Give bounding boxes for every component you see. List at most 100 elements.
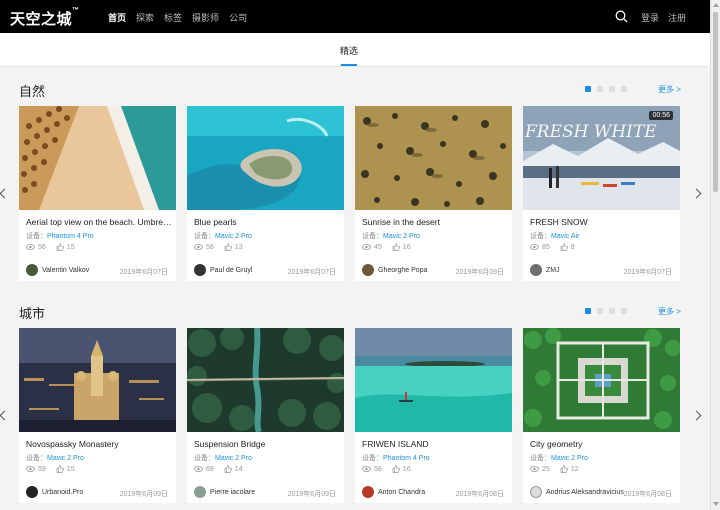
author-name[interactable]: Anton Chandra: [378, 489, 425, 496]
photo-title[interactable]: Blue pearls: [194, 217, 340, 227]
photo-thumbnail[interactable]: [19, 328, 176, 432]
thumbs-up-icon[interactable]: [392, 465, 400, 473]
author-name[interactable]: Valentin Valkov: [42, 267, 89, 274]
scroll-up-arrow-icon[interactable]: [713, 3, 719, 7]
device-name[interactable]: Mavic Air: [551, 233, 579, 240]
thumbs-up-icon[interactable]: [560, 465, 568, 473]
register-link[interactable]: 注册: [668, 11, 686, 24]
device-name[interactable]: Mavic 2 Pro: [551, 455, 588, 462]
carousel-prev-icon[interactable]: [0, 410, 10, 421]
tab-featured[interactable]: 精选: [340, 44, 358, 57]
photo-card[interactable]: Blue pearls 设备：Mavic 2 Pro 58 13 Paul de…: [187, 106, 344, 281]
photo-title[interactable]: Novospassky Monastery: [26, 439, 172, 449]
more-link-nature[interactable]: 更多 >: [658, 84, 681, 95]
photo-title[interactable]: FRIWEN ISLAND: [362, 439, 508, 449]
avatar[interactable]: [194, 264, 206, 276]
search-icon[interactable]: [615, 10, 628, 23]
more-link-city[interactable]: 更多 >: [658, 306, 681, 317]
avatar[interactable]: [194, 486, 206, 498]
nav-tags[interactable]: 标签: [164, 11, 182, 24]
photo-thumbnail[interactable]: [187, 328, 344, 432]
avatar[interactable]: [362, 264, 374, 276]
photo-thumbnail[interactable]: [19, 106, 176, 210]
photo-card[interactable]: FRESH WHITE 00:56 FRESH SNOW 设备：Mavic Ai…: [523, 106, 680, 281]
carousel-dot[interactable]: [597, 308, 603, 314]
photo-stats: 58 16: [362, 465, 421, 473]
scrollbar-thumb[interactable]: [713, 12, 718, 192]
logo[interactable]: 天空之城™: [10, 7, 80, 29]
avatar[interactable]: [26, 486, 38, 498]
device-name[interactable]: Mavic 2 Pro: [47, 455, 84, 462]
photo-thumbnail[interactable]: FRESH WHITE 00:56: [523, 106, 680, 210]
carousel-dot[interactable]: [621, 86, 627, 92]
author-name[interactable]: ZMJ: [546, 267, 560, 274]
author[interactable]: Anton Chandra: [362, 486, 425, 498]
page-scrollbar[interactable]: [710, 0, 720, 510]
photo-thumbnail[interactable]: [355, 106, 512, 210]
author[interactable]: Urbanoid.Pro: [26, 486, 83, 498]
author-name[interactable]: Urbanoid.Pro: [42, 489, 83, 496]
carousel-prev-icon[interactable]: [0, 188, 10, 199]
carousel-dot[interactable]: [609, 308, 615, 314]
photo-card[interactable]: FRIWEN ISLAND 设备：Phantom 4 Pro 58 16 Ant…: [355, 328, 512, 503]
device-name[interactable]: Phantom 4 Pro: [383, 455, 430, 462]
author-name[interactable]: Paul de Gruyl: [210, 267, 252, 274]
thumbs-up-icon[interactable]: [56, 465, 64, 473]
author[interactable]: Valentin Valkov: [26, 264, 89, 276]
photo-title[interactable]: FRESH SNOW: [530, 217, 676, 227]
photo-thumbnail[interactable]: [523, 328, 680, 432]
thumbs-up-icon[interactable]: [392, 243, 400, 251]
author[interactable]: Pierre iacolare: [194, 486, 255, 498]
carousel-dots-nature: [585, 86, 633, 92]
avatar[interactable]: [530, 486, 542, 498]
photo-thumbnail[interactable]: [355, 328, 512, 432]
nav-photographers[interactable]: 摄影师: [192, 11, 219, 24]
photo-title[interactable]: Aerial top view on the beach. Umbrellas: [26, 217, 172, 227]
carousel-dot[interactable]: [609, 86, 615, 92]
photo-card[interactable]: Suspension Bridge 设备：Mavic 2 Pro 69 14 P…: [187, 328, 344, 503]
photo-card[interactable]: Novospassky Monastery 设备：Mavic 2 Pro 59 …: [19, 328, 176, 503]
photo-thumbnail[interactable]: [187, 106, 344, 210]
author[interactable]: Gheorghe Popa: [362, 264, 427, 276]
author[interactable]: ZMJ: [530, 264, 560, 276]
photo-date: 2019年6月07日: [119, 269, 168, 276]
device-name[interactable]: Mavic 2 Pro: [215, 233, 252, 240]
device-name[interactable]: Mavic 2 Pro: [215, 455, 252, 462]
photo-card[interactable]: City geometry 设备：Mavic 2 Pro 25 12 Andri…: [523, 328, 680, 503]
login-link[interactable]: 登录: [641, 11, 659, 24]
photo-card[interactable]: Aerial top view on the beach. Umbrellas …: [19, 106, 176, 281]
thumbs-up-icon[interactable]: [224, 465, 232, 473]
avatar[interactable]: [26, 264, 38, 276]
nav-company[interactable]: 公司: [229, 11, 247, 24]
carousel-dot[interactable]: [585, 86, 591, 92]
avatar[interactable]: [362, 486, 374, 498]
photo-date: 2019年6月07日: [623, 269, 672, 276]
author-name[interactable]: Andrius Aleksandravicius: [546, 489, 624, 496]
carousel-next-icon[interactable]: [691, 410, 702, 421]
photo-title[interactable]: Suspension Bridge: [194, 439, 340, 449]
author[interactable]: Andrius Aleksandravicius: [530, 486, 624, 498]
top-navbar: 天空之城™ 首页 探索 标签 摄影师 公司 登录 注册: [0, 0, 710, 33]
scroll-down-arrow-icon[interactable]: [713, 502, 719, 506]
device-name[interactable]: Phantom 4 Pro: [47, 233, 94, 240]
thumbs-up-icon[interactable]: [56, 243, 64, 251]
carousel-dot[interactable]: [597, 86, 603, 92]
thumbs-up-icon[interactable]: [224, 243, 232, 251]
author-name[interactable]: Pierre iacolare: [210, 489, 255, 496]
photo-card[interactable]: Sunrise in the desert 设备：Mavic 2 Pro 45 …: [355, 106, 512, 281]
photo-title[interactable]: Sunrise in the desert: [362, 217, 508, 227]
photo-title[interactable]: City geometry: [530, 439, 676, 449]
eye-icon: [26, 244, 35, 250]
author[interactable]: Paul de Gruyl: [194, 264, 252, 276]
device-info: 设备：Phantom 4 Pro: [362, 455, 430, 462]
carousel-next-icon[interactable]: [691, 188, 702, 199]
thumbs-up-icon[interactable]: [560, 243, 568, 251]
carousel-dot[interactable]: [621, 308, 627, 314]
sub-nav: 精选: [0, 33, 710, 67]
carousel-dot[interactable]: [585, 308, 591, 314]
avatar[interactable]: [530, 264, 542, 276]
nav-home[interactable]: 首页: [108, 11, 126, 24]
nav-explore[interactable]: 探索: [136, 11, 154, 24]
device-name[interactable]: Mavic 2 Pro: [383, 233, 420, 240]
author-name[interactable]: Gheorghe Popa: [378, 267, 427, 274]
